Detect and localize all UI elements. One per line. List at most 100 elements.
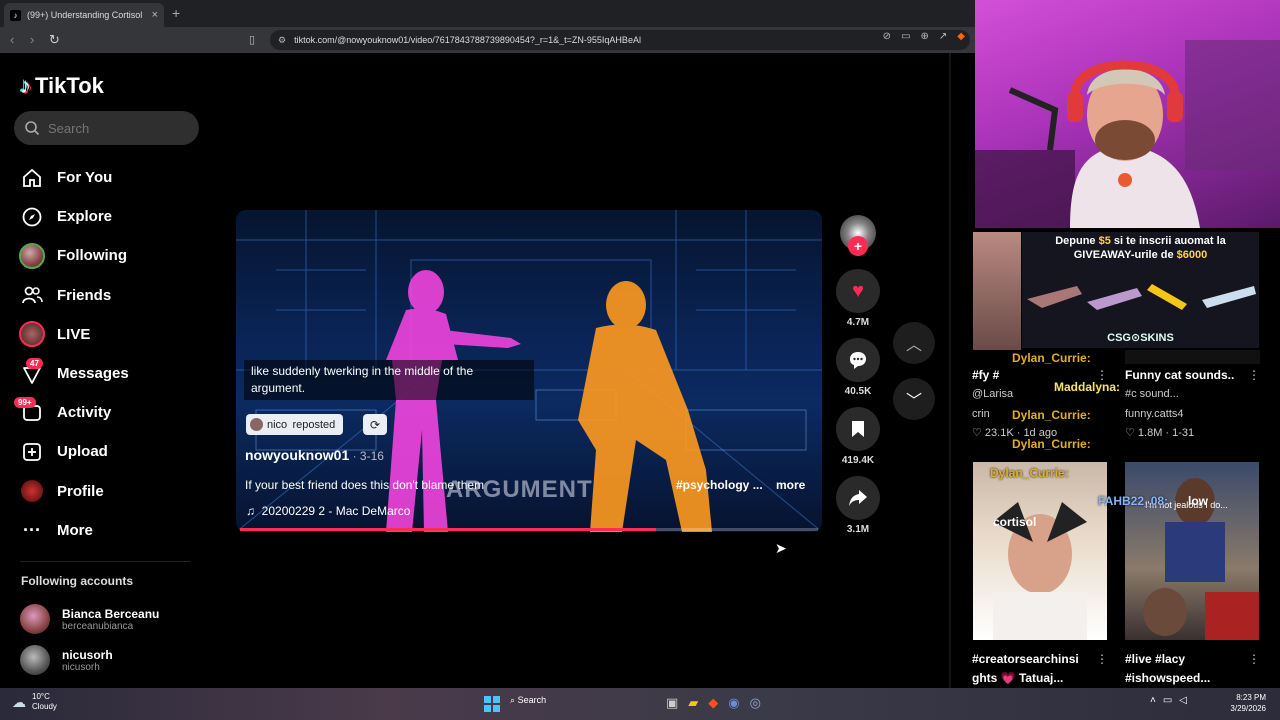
sidebar-item-more[interactable]: ··· More — [18, 511, 129, 550]
music-link[interactable]: ♫ 20200229 2 - Mac DeMarco — [246, 504, 410, 518]
feed-title[interactable]: #live #lacy — [1125, 652, 1185, 666]
bookmark-icon[interactable]: ▯ — [249, 33, 255, 46]
steam-icon[interactable]: ◎ — [750, 695, 761, 711]
webcam-feed — [975, 0, 1280, 228]
following-accounts-header: Following accounts — [21, 574, 134, 588]
screen-icon[interactable]: ▭ — [901, 31, 910, 42]
scrollbar[interactable] — [949, 53, 951, 688]
feed-thumbnail[interactable] — [973, 462, 1107, 640]
sidebar-item-friends[interactable]: Friends — [18, 276, 129, 315]
weather-widget[interactable]: ☁ 10°C Cloudy — [12, 692, 57, 712]
more-options-icon[interactable]: ⋮ — [1248, 368, 1260, 382]
account-handle: berceanubianca — [62, 620, 134, 632]
progress-fill — [240, 528, 657, 531]
speaker-icon[interactable]: ◁ — [1179, 695, 1187, 706]
taskbar-search[interactable]: ⌕ Search — [510, 695, 546, 706]
previous-video-button[interactable]: ︿ — [893, 322, 935, 364]
address-bar[interactable]: ⚙ tiktok.com/@nowyouknow01/video/7617843… — [270, 30, 970, 50]
hashtag-link[interactable]: #psychology ... — [676, 478, 763, 492]
tiktok-favicon-icon: ♪ — [10, 9, 21, 21]
taskbar-clock[interactable]: 8:23 PM 3/29/2026 — [1204, 692, 1266, 714]
tiktok-note-icon: ♪ — [20, 73, 31, 98]
sidebar-item-activity[interactable]: 99+ Activity — [14, 393, 129, 432]
screen: ♪ (99+) Understanding Cortisol × + ‹ › ↻… — [0, 0, 1280, 720]
feed-author: #c sound... — [1125, 388, 1179, 400]
chevron-up-icon[interactable]: ˄ — [1150, 695, 1156, 706]
video-progress-bar[interactable] — [240, 528, 818, 531]
site-info-icon[interactable]: ⚙ — [278, 35, 286, 46]
comment-button[interactable]: 40.5K — [836, 338, 880, 397]
comment-icon — [836, 338, 880, 382]
back-icon[interactable]: ‹ — [10, 32, 14, 47]
zoom-icon[interactable]: ⊕ — [921, 31, 929, 42]
video-author[interactable]: nowyouknow01 · 3-16 — [245, 447, 384, 463]
sidebar-item-profile[interactable]: Profile — [18, 472, 129, 511]
network-icon[interactable]: ▭ — [1163, 695, 1172, 706]
more-button[interactable]: more — [776, 478, 805, 492]
feed-author: @Larisa — [972, 388, 1014, 400]
share-arrow-icon — [836, 476, 880, 520]
sidebar-item-for-you[interactable]: For You — [18, 158, 129, 197]
sidebar-item-live[interactable]: LIVE — [18, 315, 129, 354]
next-video-button[interactable]: ﹀ — [893, 378, 935, 420]
forward-icon[interactable]: › — [30, 32, 34, 47]
feed-title[interactable]: ghts 💗 Tatuaj... — [972, 671, 1063, 685]
share-icon[interactable]: ↗ — [939, 31, 947, 42]
logo-text: TikTok — [35, 73, 104, 98]
following-avatar — [18, 242, 46, 270]
search-input[interactable] — [48, 120, 188, 136]
messages-badge: 47 — [26, 357, 43, 369]
following-account[interactable]: Bianca Berceanu berceanubianca — [20, 604, 159, 634]
repost-icon[interactable]: ⟳ — [363, 414, 387, 435]
profile-avatar — [18, 477, 46, 505]
feed-title[interactable]: Funny cat sounds.. — [1125, 368, 1234, 382]
sidebar-item-following[interactable]: Following — [18, 236, 129, 275]
repost-badge[interactable]: nico reposted — [246, 414, 344, 435]
task-view-icon[interactable]: ▣ — [666, 695, 678, 711]
webcam-image — [975, 40, 1280, 228]
search-box[interactable] — [14, 111, 199, 145]
chat-message: Dylan_Currie: — [1012, 351, 1091, 365]
file-explorer-icon[interactable]: ▰ — [688, 695, 698, 711]
more-options-icon[interactable]: ⋮ — [1248, 652, 1260, 666]
reload-icon[interactable]: ↻ — [49, 32, 60, 48]
share-count: 3.1M — [846, 524, 870, 535]
feed-thumbnail[interactable] — [1125, 462, 1259, 640]
following-account[interactable]: nicusorh nicusorh — [20, 645, 113, 675]
feed-title[interactable]: #fy # — [972, 368, 999, 382]
brave-shield-icon[interactable]: ◆ — [957, 31, 965, 42]
follow-plus-icon[interactable]: + — [848, 236, 868, 256]
save-button[interactable]: 419.4K — [836, 407, 880, 466]
more-options-icon[interactable]: ⋮ — [1096, 652, 1108, 666]
chevron-up-icon: ︿ — [905, 337, 922, 354]
sidebar-item-label: Profile — [57, 482, 104, 500]
like-button[interactable]: ♥ 4.7M — [836, 269, 880, 328]
video-overlay-text: ARGUMENT — [446, 476, 593, 503]
feed-title[interactable]: #creatorsearchinsi — [972, 652, 1079, 666]
no-tracking-icon[interactable]: ⊘ — [883, 31, 891, 42]
tab-close-icon[interactable]: × — [152, 9, 158, 21]
windows-start-icon[interactable] — [484, 696, 500, 712]
more-icon: ··· — [23, 519, 41, 540]
avatar — [20, 645, 50, 675]
tab-title: (99+) Understanding Cortisol — [27, 10, 143, 20]
chat-message: Dylan_Currie: — [990, 466, 1069, 480]
share-button[interactable]: 3.1M — [836, 476, 880, 535]
giveaway-banner[interactable]: Depune $5 si te inscrii auomat la GIVEAW… — [1022, 232, 1259, 348]
sidebar-item-label: Explore — [57, 208, 113, 226]
sidebar-item-messages[interactable]: 47 Messages — [18, 354, 129, 393]
feed-thumbnail[interactable] — [1125, 350, 1260, 364]
discord-icon[interactable]: ◉ — [728, 695, 739, 711]
sidebar-item-upload[interactable]: Upload — [18, 432, 129, 471]
browser-tab[interactable]: ♪ (99+) Understanding Cortisol × — [4, 3, 164, 27]
system-tray: ˄ ▭ ◁ — [1150, 695, 1187, 706]
feed-thumbnail[interactable] — [973, 232, 1021, 350]
feed-title[interactable]: #ishowspeed... — [1125, 671, 1210, 685]
tiktok-logo[interactable]: ♪ TikTok — [20, 73, 104, 99]
sidebar-item-explore[interactable]: Explore — [18, 197, 129, 236]
new-tab-button[interactable]: + — [172, 5, 180, 21]
sidebar-item-label: Messages — [57, 365, 129, 383]
brave-browser-icon[interactable]: ◆ — [708, 695, 718, 711]
sidebar-item-label: More — [57, 521, 93, 539]
thumbnail-overlay-text: cortisol — [993, 515, 1037, 529]
